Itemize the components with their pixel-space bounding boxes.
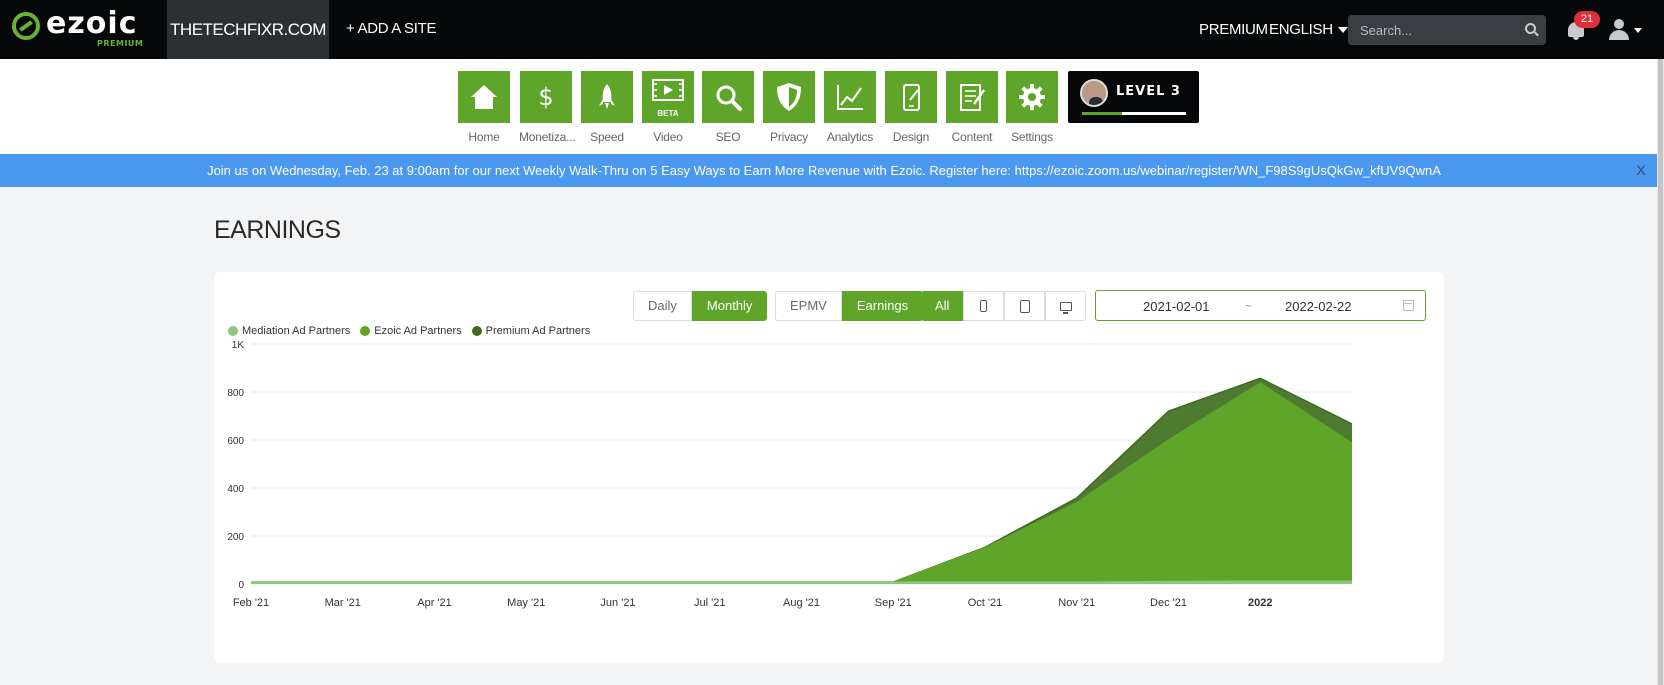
nav-label: Speed — [590, 130, 624, 144]
series-line — [251, 580, 1352, 583]
add-site-link[interactable]: + ADD A SITE — [346, 20, 437, 37]
page-scrollbar[interactable] — [1657, 59, 1664, 685]
home-icon[interactable] — [458, 71, 510, 123]
video-icon[interactable]: BETA — [642, 71, 694, 123]
banner-text[interactable]: Join us on Wednesday, Feb. 23 at 9:00am … — [0, 154, 1664, 187]
level-avatar — [1080, 79, 1108, 107]
x-tick-label: Sep '21 — [875, 597, 912, 609]
nav-label: Monetiza... — [519, 130, 576, 144]
dollar-icon[interactable]: $ — [520, 71, 572, 123]
nav-item-analytics[interactable]: Analytics — [823, 71, 877, 144]
search-icon[interactable] — [1525, 23, 1536, 34]
nav-item-home[interactable]: Home — [457, 71, 511, 144]
main-nav: Home $ Monetiza... Speed BETA Video SEO … — [0, 59, 1664, 154]
line-chart-icon[interactable] — [824, 71, 876, 123]
close-icon[interactable]: X — [1632, 154, 1650, 187]
x-tick-label: Nov '21 — [1058, 597, 1095, 609]
nav-label: Video — [653, 130, 683, 144]
announcement-banner: Join us on Wednesday, Feb. 23 at 9:00am … — [0, 154, 1664, 187]
x-tick-label: Apr '21 — [417, 597, 452, 609]
level-progress-bar — [1082, 112, 1186, 115]
x-tick-label: Aug '21 — [783, 597, 820, 609]
svg-text:$: $ — [538, 83, 553, 111]
nav-label: Content — [951, 130, 993, 144]
chevron-down-icon — [1337, 27, 1348, 34]
page-title: EARNINGS — [214, 216, 341, 244]
language-label: ENGLISH — [1269, 21, 1333, 38]
x-tick-label: Feb '21 — [233, 597, 269, 609]
earnings-chart: 0 200 400 600 800 1K Feb '21 Mar '21 Apr '21 May … — [227, 340, 1353, 609]
x-tick-label: Mar '21 — [325, 597, 361, 609]
logo-premium-label: PREMIUM — [97, 39, 144, 48]
gear-icon[interactable] — [1006, 71, 1058, 123]
nav-item-settings[interactable]: Settings — [1005, 71, 1059, 144]
search-input[interactable] — [1348, 15, 1508, 45]
x-tick-label: Dec '21 — [1150, 597, 1187, 609]
ezoic-logo[interactable]: ezoic PREMIUM — [12, 6, 162, 52]
y-tick-label: 0 — [238, 580, 244, 591]
x-tick-label: 2022 — [1248, 597, 1272, 609]
nav-item-content[interactable]: Content — [945, 71, 999, 144]
language-dropdown[interactable]: ENGLISH — [1269, 21, 1348, 38]
mobile-design-icon[interactable] — [885, 71, 937, 123]
document-edit-icon[interactable] — [946, 71, 998, 123]
user-avatar-icon[interactable] — [1608, 19, 1630, 41]
x-tick-label: Jul '21 — [694, 597, 725, 609]
rocket-icon[interactable] — [581, 71, 633, 123]
x-tick-label: Jun '21 — [600, 597, 635, 609]
level-progress-fill — [1082, 112, 1122, 115]
magnifier-icon[interactable] — [702, 71, 754, 123]
nav-item-speed[interactable]: Speed — [580, 71, 634, 144]
beta-badge: BETA — [657, 109, 679, 118]
nav-label: Privacy — [770, 130, 808, 144]
nav-label: Home — [468, 130, 500, 144]
scrollbar-thumb[interactable] — [1658, 59, 1663, 685]
shield-icon[interactable] — [763, 71, 815, 123]
search-box[interactable] — [1348, 15, 1546, 45]
level-label: LEVEL 3 — [1116, 84, 1181, 99]
ezoic-logo-icon — [12, 12, 40, 40]
nav-label: Design — [892, 130, 930, 144]
logo-text: ezoic — [46, 6, 138, 41]
nav-item-design[interactable]: Design — [884, 71, 938, 144]
y-tick-label: 1K — [232, 340, 245, 351]
nav-item-monetization[interactable]: $ Monetiza... — [519, 71, 576, 144]
top-bar: ezoic PREMIUM THETECHFIXR.COM + ADD A SI… — [0, 0, 1664, 59]
y-tick-label: 400 — [227, 484, 244, 495]
y-tick-label: 800 — [227, 388, 244, 399]
nav-label: Settings — [1011, 130, 1053, 144]
nav-label: SEO — [715, 130, 741, 144]
notification-count-badge[interactable]: 21 — [1574, 11, 1600, 28]
site-selector[interactable]: THETECHFIXR.COM — [167, 0, 329, 59]
level-badge[interactable]: LEVEL 3 — [1068, 71, 1199, 123]
earnings-card: Daily Monthly EPMV Earnings All 2021-02-… — [214, 272, 1444, 663]
x-tick-label: Oct '21 — [968, 597, 1003, 609]
y-tick-label: 600 — [227, 436, 244, 447]
user-menu-chevron-icon[interactable] — [1634, 28, 1642, 33]
premium-link[interactable]: PREMIUM — [1199, 21, 1268, 38]
nav-item-privacy[interactable]: Privacy — [762, 71, 816, 144]
nav-item-video[interactable]: BETA Video — [641, 71, 695, 144]
nav-label: Analytics — [826, 130, 874, 144]
x-tick-label: May '21 — [507, 597, 545, 609]
y-tick-label: 200 — [227, 532, 244, 543]
nav-item-seo[interactable]: SEO — [701, 71, 755, 144]
